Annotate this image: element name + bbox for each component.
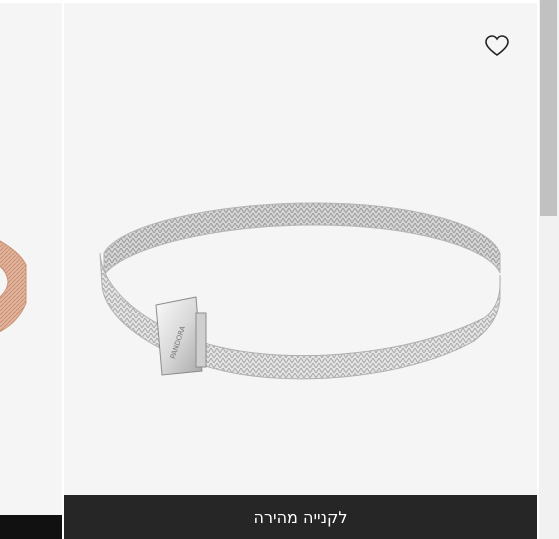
quick-buy-button-left[interactable] [0, 515, 62, 539]
rose-gold-bracelet-image[interactable] [0, 3, 62, 539]
scrollbar-thumb[interactable] [540, 0, 557, 216]
quick-buy-button[interactable]: לקנייה מהירה [64, 495, 537, 539]
bracelet-clasp: PANDORA [155, 296, 207, 376]
vertical-scrollbar[interactable] [539, 0, 559, 539]
product-card-left[interactable] [0, 3, 62, 539]
product-card[interactable]: PANDORA לקנייה מהירה [64, 3, 537, 539]
silver-mesh-bracelet-image[interactable]: PANDORA [64, 3, 537, 495]
wishlist-heart-icon[interactable] [483, 33, 511, 59]
